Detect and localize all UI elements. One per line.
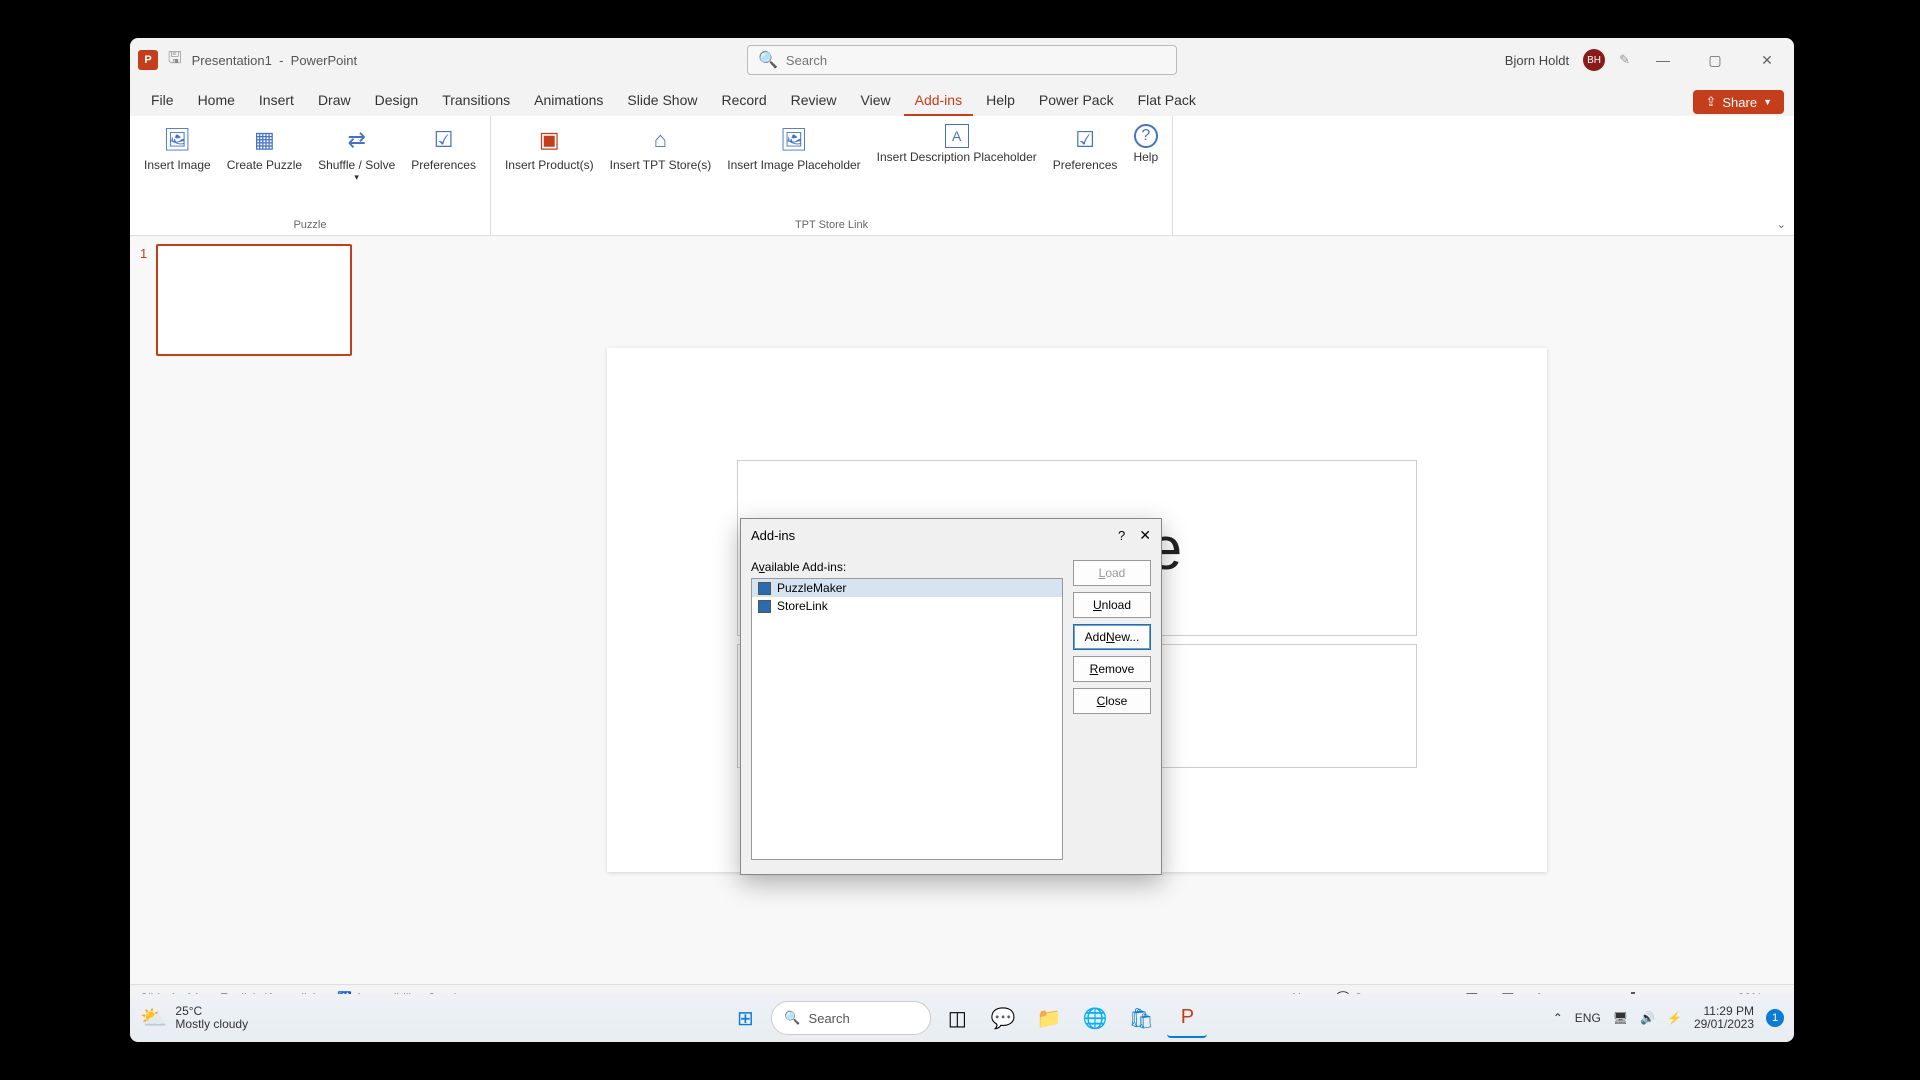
- share-button[interactable]: ⇪ Share ▼: [1693, 90, 1784, 114]
- image-icon: 🖼: [161, 124, 193, 156]
- clock[interactable]: 11:29 PM 29/01/2023: [1694, 1005, 1754, 1031]
- create-puzzle-button[interactable]: ▦ Create Puzzle: [219, 120, 310, 217]
- work-area: 1 add title btitle Add-ins ? ✕: [130, 236, 1794, 984]
- remove-button[interactable]: Remove: [1073, 656, 1151, 682]
- share-icon: ⇪: [1705, 94, 1716, 110]
- app-window: P 🖫 Presentation1 - PowerPoint 🔍 Bjorn H…: [130, 38, 1794, 1010]
- tab-transitions[interactable]: Transitions: [431, 86, 521, 116]
- checkbox-icon[interactable]: [758, 582, 771, 595]
- taskbar-search[interactable]: 🔍 Search: [771, 1001, 931, 1035]
- document-title: Presentation1 - PowerPoint: [192, 53, 358, 68]
- taskbar-app-powerpoint[interactable]: P: [1167, 998, 1207, 1038]
- tab-view[interactable]: View: [850, 86, 902, 116]
- tab-review[interactable]: Review: [780, 86, 848, 116]
- task-view-button[interactable]: ◫: [937, 998, 977, 1038]
- slide-number: 1: [140, 246, 147, 261]
- search-box[interactable]: 🔍: [747, 45, 1177, 75]
- maximize-button[interactable]: ▢: [1696, 46, 1734, 74]
- tab-powerpack[interactable]: Power Pack: [1028, 86, 1125, 116]
- shuffle-solve-button[interactable]: ⇄ Shuffle / Solve ▾: [310, 120, 403, 217]
- image-placeholder-icon: 🖼: [778, 124, 810, 156]
- tab-slideshow[interactable]: Slide Show: [616, 86, 708, 116]
- checklist-icon: ☑: [1069, 124, 1101, 156]
- notifications-badge[interactable]: 1: [1766, 1009, 1784, 1027]
- tab-design[interactable]: Design: [364, 86, 430, 116]
- minimize-button[interactable]: —: [1644, 46, 1682, 74]
- save-icon[interactable]: 🖫: [168, 47, 182, 74]
- ribbon-group-label: TPT Store Link: [497, 217, 1166, 233]
- checkbox-icon[interactable]: [758, 600, 771, 613]
- cast-icon[interactable]: 🖥: [1613, 1011, 1628, 1025]
- dialog-title: Add-ins: [751, 528, 795, 543]
- shuffle-icon: ⇄: [341, 124, 373, 156]
- insert-stores-button[interactable]: ⌂ Insert TPT Store(s): [602, 120, 720, 217]
- search-input[interactable]: [786, 53, 1166, 68]
- close-button[interactable]: Close: [1073, 688, 1151, 714]
- tab-addins[interactable]: Add-ins: [904, 86, 973, 116]
- powerpoint-icon: ▣: [533, 124, 565, 156]
- addin-item-storelink[interactable]: StoreLink: [752, 597, 1062, 615]
- addins-dialog: Add-ins ? ✕ Available Add-ins: PuzzleMak…: [740, 518, 1162, 875]
- tab-help[interactable]: Help: [975, 86, 1026, 116]
- ribbon-tabs: File Home Insert Draw Design Transitions…: [130, 82, 1794, 116]
- text-box-icon: A: [945, 124, 969, 148]
- dialog-titlebar: Add-ins ? ✕: [741, 519, 1161, 552]
- title-bar: P 🖫 Presentation1 - PowerPoint 🔍 Bjorn H…: [130, 38, 1794, 82]
- add-new-button[interactable]: Add New...: [1073, 624, 1151, 650]
- chevron-down-icon: ▾: [354, 172, 359, 183]
- ribbon-group-tpt: ▣ Insert Product(s) ⌂ Insert TPT Store(s…: [491, 116, 1173, 235]
- tab-insert[interactable]: Insert: [248, 86, 305, 116]
- load-button[interactable]: Load: [1073, 560, 1151, 586]
- tab-flatpack[interactable]: Flat Pack: [1127, 86, 1207, 116]
- tab-draw[interactable]: Draw: [307, 86, 362, 116]
- dialog-close-button[interactable]: ✕: [1139, 527, 1151, 544]
- volume-icon[interactable]: 🔊: [1640, 1011, 1655, 1025]
- language-indicator[interactable]: ENG: [1575, 1011, 1601, 1025]
- preferences-button[interactable]: ☑ Preferences: [403, 120, 484, 217]
- help-icon: ?: [1134, 124, 1158, 148]
- ribbon-collapse-button[interactable]: ⌄: [1777, 218, 1786, 231]
- ribbon: 🖼 Insert Image ▦ Create Puzzle ⇄ Shuffle…: [130, 116, 1794, 236]
- battery-icon[interactable]: ⚡: [1667, 1011, 1682, 1025]
- user-avatar[interactable]: BH: [1583, 49, 1605, 71]
- search-icon: 🔍: [784, 1010, 800, 1026]
- checklist-icon: ☑: [428, 124, 460, 156]
- tray-chevron-icon[interactable]: ⌃: [1553, 1011, 1563, 1025]
- powerpoint-logo-icon: P: [138, 50, 158, 70]
- tab-animations[interactable]: Animations: [523, 86, 614, 116]
- taskbar-app-chat[interactable]: 💬: [983, 998, 1023, 1038]
- tpt-preferences-button[interactable]: ☑ Preferences: [1045, 120, 1126, 217]
- addin-item-puzzlemaker[interactable]: PuzzleMaker: [752, 579, 1062, 597]
- chevron-down-icon: ▼: [1763, 97, 1772, 107]
- insert-image-button[interactable]: 🖼 Insert Image: [136, 120, 219, 217]
- insert-image-placeholder-button[interactable]: 🖼 Insert Image Placeholder: [719, 120, 868, 217]
- tab-record[interactable]: Record: [710, 86, 777, 116]
- slide-thumbnails-pane: 1: [130, 236, 360, 984]
- windows-taskbar: ⛅ 25°C Mostly cloudy ⊞ 🔍 Search ◫ 💬 📁 🌐 …: [130, 994, 1794, 1042]
- addins-listbox[interactable]: PuzzleMaker StoreLink: [751, 578, 1063, 860]
- start-button[interactable]: ⊞: [725, 998, 765, 1038]
- slide-thumbnail[interactable]: [156, 244, 352, 356]
- help-button[interactable]: ? Help: [1125, 120, 1166, 217]
- user-name[interactable]: Bjorn Holdt: [1505, 53, 1569, 68]
- taskbar-app-edge[interactable]: 🌐: [1075, 998, 1115, 1038]
- close-window-button[interactable]: ✕: [1748, 46, 1786, 74]
- unload-button[interactable]: Unload: [1073, 592, 1151, 618]
- addins-list-label: Available Add-ins:: [751, 560, 1063, 574]
- taskbar-app-explorer[interactable]: 📁: [1029, 998, 1069, 1038]
- insert-products-button[interactable]: ▣ Insert Product(s): [497, 120, 602, 217]
- ribbon-group-puzzle: 🖼 Insert Image ▦ Create Puzzle ⇄ Shuffle…: [130, 116, 491, 235]
- dialog-help-button[interactable]: ?: [1118, 528, 1125, 543]
- grid-icon: ▦: [248, 124, 280, 156]
- search-icon: 🔍: [758, 50, 778, 70]
- insert-desc-placeholder-button[interactable]: A Insert Description Placeholder: [869, 120, 1045, 217]
- tab-home[interactable]: Home: [187, 86, 246, 116]
- taskbar-app-store[interactable]: 🛍: [1121, 998, 1161, 1038]
- store-icon: ⌂: [644, 124, 676, 156]
- weather-widget[interactable]: 25°C Mostly cloudy: [175, 1005, 248, 1031]
- tab-file[interactable]: File: [140, 86, 185, 116]
- ribbon-group-label: Puzzle: [136, 217, 484, 233]
- weather-icon[interactable]: ⛅: [140, 1005, 167, 1031]
- pen-icon[interactable]: ✎: [1619, 52, 1630, 68]
